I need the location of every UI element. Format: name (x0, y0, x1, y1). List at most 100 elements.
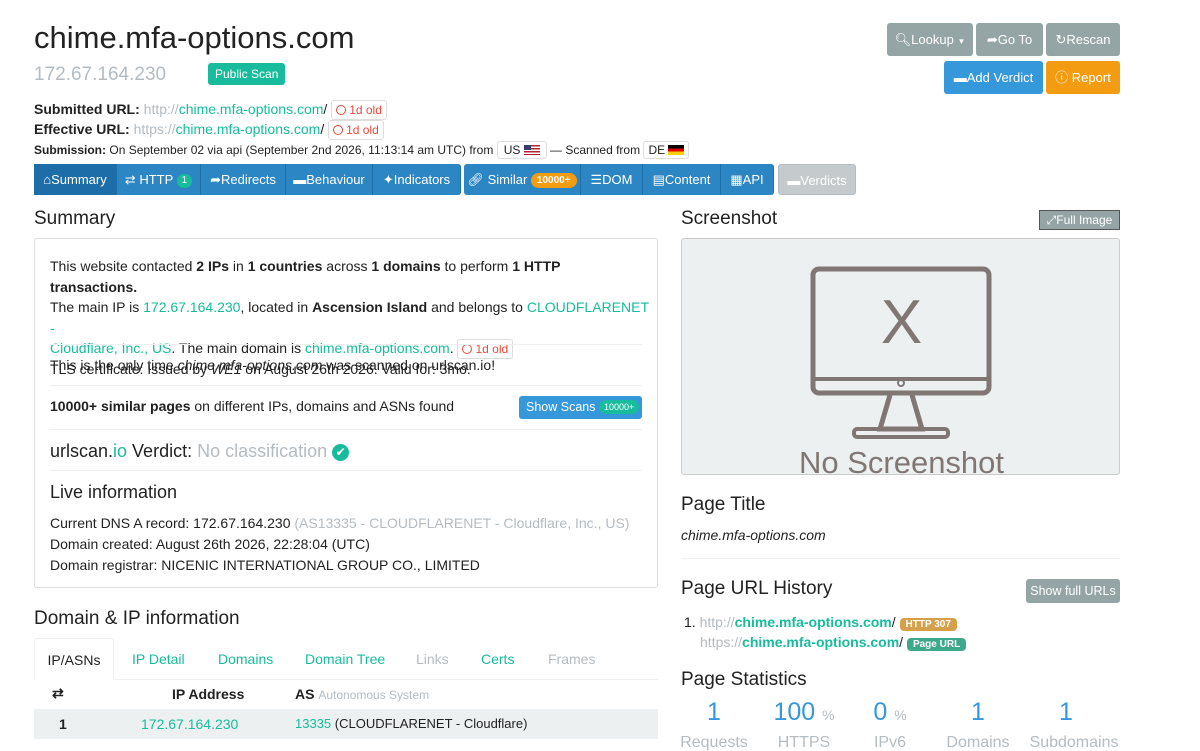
screenshot-placeholder: X No Screenshot (681, 238, 1120, 475)
divider (50, 344, 642, 345)
divider (50, 385, 642, 386)
tab-dom[interactable]: ☰DOM (581, 164, 643, 195)
col-as: AS Autonomous System (295, 686, 430, 702)
us-flag-icon (523, 145, 540, 155)
search-icon: 🔍︎ (894, 32, 912, 47)
qrcode-icon: ▦ (730, 172, 743, 187)
only-scan-text: This is the only time chime.mfa-options.… (50, 357, 496, 373)
rescan-button[interactable]: ↻Rescan (1046, 23, 1120, 56)
tab-api[interactable]: ▦API (721, 164, 774, 195)
main-domain-link[interactable]: chime.mfa-options.com (305, 340, 450, 356)
comment-icon: ▬ (293, 172, 307, 187)
caret-down-icon: ▼ (957, 37, 966, 46)
page-url-badge: Page URL (906, 638, 967, 651)
public-scan-badge: Public Scan (208, 63, 286, 85)
submitted-url-row: Submitted URL: http://chime.mfa-options.… (34, 100, 387, 120)
tab-content[interactable]: ▤Content (643, 164, 721, 195)
effective-url-link[interactable]: chime.mfa-options.com (176, 121, 321, 137)
tab-redirects[interactable]: ➦Redirects (201, 164, 286, 195)
file-icon: ▤ (652, 172, 665, 187)
http-status-badge: HTTP 307 (899, 618, 957, 631)
stat-ipv6-value: 0 % (873, 698, 907, 726)
share-icon: ➦ (210, 172, 221, 187)
tab-verdicts[interactable]: ▬Verdicts (778, 164, 856, 195)
asn-link-cont[interactable]: Cloudflare, Inc., US (50, 340, 171, 356)
age-badge: 1d old (331, 100, 387, 120)
placeholder-x: X (880, 288, 923, 357)
clock-icon (336, 105, 347, 115)
no-screenshot-text: No Screenshot (798, 445, 1005, 475)
stat-https-label: HTTPS (777, 734, 831, 751)
divider (50, 429, 642, 430)
live-info: Current DNS A record: 172.67.164.230 (AS… (50, 515, 630, 573)
check-circle-icon: ✔ (332, 444, 350, 461)
tab-frames[interactable]: Frames (548, 651, 595, 667)
row-as: 13335 (CLOUDFLARENET - Cloudflare) (295, 716, 528, 731)
tab-summary[interactable]: ⌂Summary (34, 164, 117, 195)
tab-ip-asns[interactable]: IP/ASNs (34, 638, 114, 680)
live-info-heading: Live information (50, 482, 178, 502)
stat-subdomains-value: 1 (1059, 698, 1073, 726)
show-scans-button[interactable]: Show Scans 10000+ (519, 396, 642, 419)
col-ip-address: IP Address (172, 686, 245, 702)
page-title-heading: Page Title (681, 494, 766, 515)
stat-requests-label: Requests (680, 734, 748, 751)
history-url-link[interactable]: chime.mfa-options.com (742, 634, 899, 650)
sort-icon[interactable]: ⇄ (52, 685, 64, 702)
divider (50, 470, 642, 471)
home-icon: ⌂ (43, 172, 52, 187)
report-button[interactable]: ⓘ Report (1046, 61, 1120, 94)
divider (681, 558, 1120, 559)
tab-indicators[interactable]: ✦Indicators (373, 164, 461, 195)
tab-behaviour[interactable]: ▬Behaviour (286, 164, 373, 195)
summary-heading: Summary (34, 208, 116, 229)
clock-icon (462, 344, 473, 354)
show-full-urls-button[interactable]: Show full URLs (1026, 579, 1120, 603)
page-stats-heading: Page Statistics (681, 669, 807, 690)
comment-icon: ▬ (787, 173, 801, 188)
history-url-link[interactable]: chime.mfa-options.com (735, 614, 892, 630)
url-history-item: https://chime.mfa-options.com/ Page URL (700, 632, 967, 655)
country-badge-de: DE (643, 141, 690, 159)
full-image-button[interactable]: ⤢Full Image (1039, 210, 1120, 230)
url-history-heading: Page URL History (681, 578, 833, 599)
domain-ip-tabs-line (34, 679, 658, 680)
asn-link[interactable]: 13335 (295, 716, 331, 731)
stat-domains-value: 1 (971, 698, 985, 726)
alert-icon: ⓘ (1055, 70, 1069, 85)
tab-similar[interactable]: 🔗︎ Similar 10000+ (464, 164, 581, 195)
screenshot-heading: Screenshot (681, 208, 778, 229)
tab-links[interactable]: Links (416, 651, 449, 667)
de-flag-icon (668, 145, 685, 155)
domain-ip-heading: Domain & IP information (34, 608, 240, 629)
age-badge: 1d old (328, 120, 384, 140)
effective-url-row: Effective URL: https://chime.mfa-options… (34, 120, 384, 140)
share-icon: ➦ (986, 32, 998, 47)
page-title: chime.mfa-options.com (34, 20, 355, 55)
crosshair-icon: ✦ (382, 172, 394, 187)
submission-row: Submission: On September 02 via api (Sep… (34, 141, 690, 159)
stat-subdomains-label: Subdomains (1029, 734, 1119, 751)
tab-ip-detail[interactable]: IP Detail (132, 651, 185, 667)
main-ip: 172.67.164.230 (34, 64, 167, 85)
stat-domains-label: Domains (946, 734, 1010, 751)
add-verdict-button[interactable]: ▬Add Verdict (944, 61, 1043, 94)
tab-domain-tree[interactable]: Domain Tree (305, 651, 385, 667)
row-number: 1 (59, 716, 67, 732)
submitted-url-link[interactable]: chime.mfa-options.com (179, 101, 324, 117)
list-icon: ☰ (590, 172, 603, 187)
similar-pages-text: 10000+ similar pages on different IPs, d… (50, 398, 455, 414)
tab-certs[interactable]: Certs (481, 651, 514, 667)
page-title-value: chime.mfa-options.com (681, 527, 826, 543)
goto-button[interactable]: ➦Go To (976, 23, 1043, 56)
main-ip-link[interactable]: 172.67.164.230 (143, 299, 240, 315)
lookup-button[interactable]: 🔍︎Lookup ▼ (887, 23, 973, 56)
tab-domains[interactable]: Domains (218, 651, 273, 667)
tab-http[interactable]: ⇄ HTTP 1 (117, 164, 201, 195)
exchange-icon: ⇄ (124, 172, 136, 187)
stat-requests-value: 1 (707, 698, 721, 726)
clock-icon (333, 125, 344, 135)
stat-https-value: 100 % (773, 698, 835, 726)
age-badge: 1d old (457, 339, 514, 359)
row-ip-link[interactable]: 172.67.164.230 (141, 716, 238, 732)
